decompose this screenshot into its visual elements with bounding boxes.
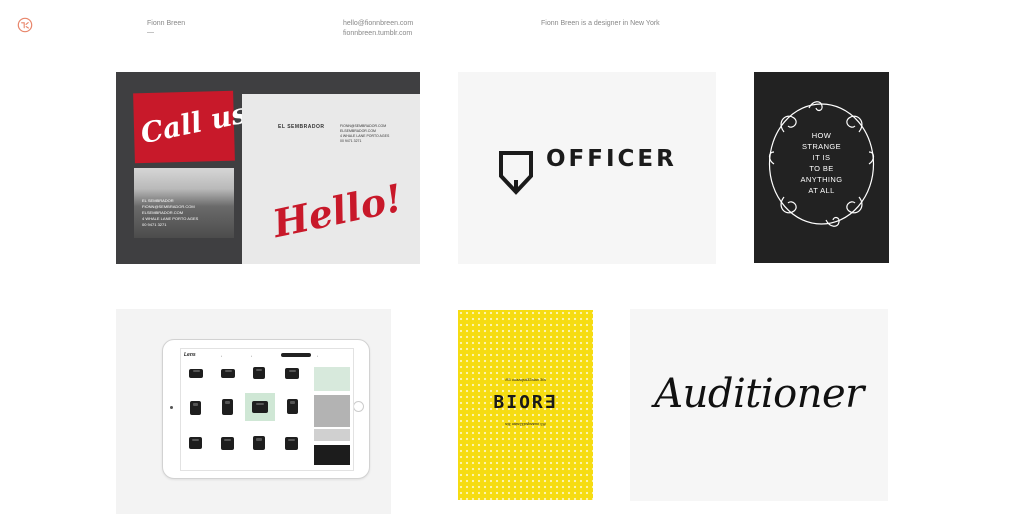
poem-line: AT ALL xyxy=(808,186,835,195)
letterhead-details: FIONN@SEMBRADOR.COM ELSEMBRADOR.COM 4 WH… xyxy=(340,124,389,144)
project-tile-officer[interactable]: OFFICER xyxy=(458,72,716,264)
shop-logo: Lens xyxy=(184,352,196,358)
poem-line: IT IS xyxy=(812,153,831,162)
project-tile-auditioner[interactable]: Auditioner xyxy=(630,309,888,501)
shop-sidebar xyxy=(314,367,350,465)
header-name-block: Fionn Breen — xyxy=(147,19,185,37)
poster-bottom-text: /fl3 ouaaqsd32alan 3fa xyxy=(505,422,546,427)
tagline: Fionn Breen is a designer in New York xyxy=(541,20,660,27)
sidebar-photo xyxy=(314,395,350,427)
letterhead-script-text: Hello! xyxy=(268,174,407,247)
poster-top-text: /fl3 ouaaqsd32alan 3fa xyxy=(505,377,546,382)
poem-line: ANYTHING xyxy=(800,175,843,184)
tumblr-link[interactable]: fionnbreen.tumblr.com xyxy=(343,29,413,39)
poem-line: HOW xyxy=(811,131,832,140)
sidebar-dark-block xyxy=(314,445,350,465)
poem-line: TO BE xyxy=(809,164,834,173)
product-lens xyxy=(189,369,203,378)
project-tile-el-sembrador[interactable]: Call us! EL SEMBRADOR FIONN@SEMBRADOR.CO… xyxy=(116,72,420,264)
letterhead-paper: EL SEMBRADOR FIONN@SEMBRADOR.COM ELSEMBR… xyxy=(242,94,420,264)
ipad-screen: Lens • • • xyxy=(180,348,354,471)
letterhead-brand: EL SEMBRADOR xyxy=(278,124,325,130)
name-dash: — xyxy=(147,29,154,36)
sidebar-promo xyxy=(314,367,350,391)
ipad-device: Lens • • • xyxy=(162,339,370,479)
project-tile-ipad-shop[interactable]: Lens • • • xyxy=(116,309,391,514)
product-lens xyxy=(253,436,265,450)
project-tile-yellow-poster[interactable]: /fl3 ouaaqsd32alan 3fa BIOR∃ /fl3 ouaaqs… xyxy=(458,310,593,500)
project-tile-how-strange[interactable]: HOW STRANGE IT IS TO BE ANYTHING AT ALL xyxy=(754,72,889,263)
product-lens xyxy=(285,368,299,379)
product-lens xyxy=(221,369,235,378)
product-lens xyxy=(287,399,298,414)
product-lens xyxy=(222,399,233,415)
poem-line: STRANGE xyxy=(801,142,842,151)
product-lens xyxy=(285,437,298,450)
site-logo-icon[interactable] xyxy=(17,17,33,33)
product-lens xyxy=(189,437,202,449)
business-card-red: Call us! xyxy=(133,90,262,164)
camera-dot xyxy=(170,406,173,409)
shop-nav-item: • xyxy=(317,354,319,358)
poster-wordmark: BIOR∃ xyxy=(493,392,558,413)
product-lens xyxy=(190,401,201,415)
poem-text: HOW STRANGE IT IS TO BE ANYTHING AT ALL xyxy=(754,130,889,196)
product-lens xyxy=(253,367,265,379)
officer-wordmark: OFFICER xyxy=(546,146,677,172)
card-phone: 00 9471 3271 xyxy=(142,222,167,227)
business-card-photo: EL SEMBRADOR FIONN@SEMBRADOR.COM ELSEMBR… xyxy=(134,168,234,238)
product-lens xyxy=(221,437,234,450)
product-lens-featured xyxy=(252,401,268,413)
letterhead-line: 00 9471 3271 xyxy=(340,139,362,143)
auditioner-script-wordmark: Auditioner xyxy=(654,371,864,417)
sidebar-photo xyxy=(314,429,350,441)
shop-nav-item: • xyxy=(221,354,223,358)
designer-name: Fionn Breen xyxy=(147,20,186,27)
card-details: EL SEMBRADOR FIONN@SEMBRADOR.COM ELSEMBR… xyxy=(142,198,198,228)
home-button-icon xyxy=(353,401,364,412)
shop-search-bar xyxy=(281,353,311,357)
shield-icon xyxy=(499,151,533,195)
shop-nav-item: • xyxy=(251,354,253,358)
email-link[interactable]: hello@fionnbreen.com xyxy=(343,19,413,29)
header-contact-block: hello@fionnbreen.com fionnbreen.tumblr.c… xyxy=(343,19,413,39)
